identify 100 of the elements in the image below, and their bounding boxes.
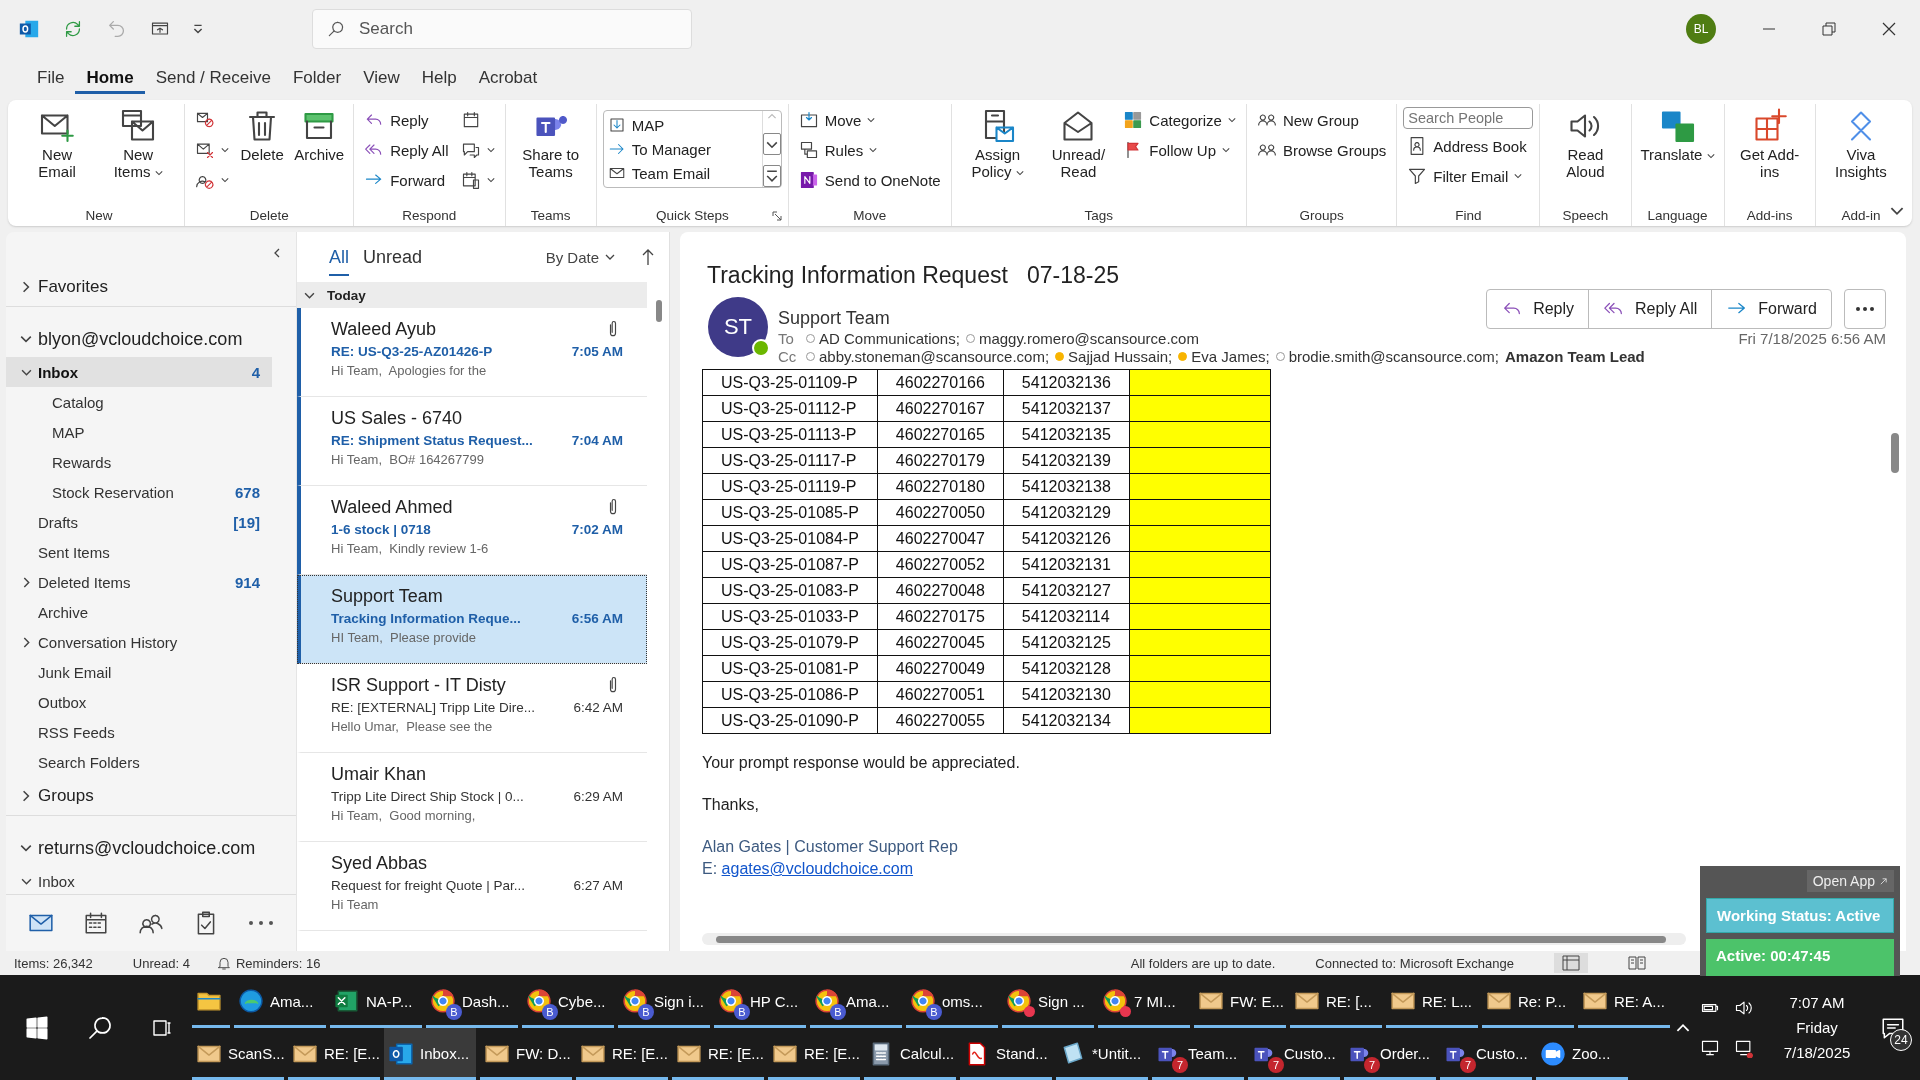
normal-view-icon[interactable] xyxy=(1554,953,1588,973)
section-header[interactable]: Groups xyxy=(6,777,296,816)
email-link[interactable]: agates@vcloudchoice.com xyxy=(721,860,914,877)
scrollbar[interactable] xyxy=(702,933,1686,945)
message-item[interactable]: Waleed Ayub RE: US-Q3-25-AZ01426-P 7:05 AM Hi Team, Apologies for the xyxy=(297,308,647,397)
restore-icon[interactable] xyxy=(1822,22,1836,36)
folder-item[interactable]: Drafts [19] xyxy=(6,507,272,537)
ribbon-button[interactable]: Browse Groups xyxy=(1252,137,1391,163)
menu-tab[interactable]: Help xyxy=(410,62,468,94)
ribbon-button[interactable]: Archive xyxy=(291,104,348,168)
taskbar-button[interactable]: RE: [E... xyxy=(672,1027,764,1080)
account-header[interactable]: returns@vcloudchoice.com xyxy=(6,830,296,866)
ribbon-button[interactable]: Translate xyxy=(1637,104,1718,168)
folder-item[interactable]: Deleted Items 914 xyxy=(6,567,272,597)
message-item[interactable]: US Sales - 6740 RE: Shipment Status Request... 7:04 AM Hi Team, BO# 164267799 xyxy=(297,397,647,486)
filter-tab[interactable]: Unread xyxy=(363,238,423,276)
ribbon-button[interactable]: Move xyxy=(794,107,945,133)
search-people-field[interactable]: Search People xyxy=(1403,107,1534,129)
quick-step[interactable]: To Manager xyxy=(607,137,758,161)
ribbon-button[interactable]: Unread/ Read xyxy=(1041,104,1116,185)
ribbon-button[interactable]: New Group xyxy=(1252,107,1391,133)
folder-item[interactable]: Sent Items xyxy=(6,537,272,567)
recipient[interactable]: abby.stoneman@scansource.com; xyxy=(806,348,1050,365)
taskbar-button[interactable]: RE: [E... xyxy=(768,1027,860,1080)
ribbon-button[interactable]: Delete xyxy=(237,104,288,168)
dialog-launcher-icon[interactable] xyxy=(771,211,782,221)
more-icon[interactable] xyxy=(247,919,274,927)
ribbon-button[interactable]: Share to Teams xyxy=(511,104,590,185)
sort-button[interactable]: By Date xyxy=(545,248,615,266)
account-header[interactable]: blyon@vcloudchoice.com xyxy=(6,321,296,357)
message-item[interactable]: ISR Support - IT Disty RE: [EXTERNAL] Tripp Lite Dire... 6:42 AM Hello Umar, Please see the xyxy=(297,664,647,753)
menu-tab[interactable]: Home xyxy=(75,62,145,94)
scroll-down-icon[interactable] xyxy=(762,133,781,155)
quick-step[interactable]: Team Email xyxy=(607,161,758,185)
taskbar-button[interactable]: 7 Custo... xyxy=(1440,1027,1532,1080)
ribbon-button[interactable]: Forward xyxy=(360,167,453,193)
group-header[interactable]: Today xyxy=(297,282,647,308)
message-item[interactable]: Umair Khan Tripp Lite Direct Ship Stock | 0... 6:29 AM Hi Team, Good morning, xyxy=(297,753,647,842)
section-header[interactable]: Favorites xyxy=(6,268,296,307)
ribbon-button[interactable]: New Items xyxy=(98,104,179,185)
taskbar-button[interactable]: B Ama... xyxy=(810,975,902,1028)
ribbon-button[interactable]: Viva Insights xyxy=(1821,104,1901,185)
taskbar-button[interactable]: B HP C... xyxy=(714,975,806,1028)
taskbar-button[interactable]: 7 MI... xyxy=(1098,975,1190,1028)
ribbon-button[interactable]: Categorize xyxy=(1119,107,1240,133)
taskbar-button[interactable]: RE: L... xyxy=(1386,975,1478,1028)
open-app-button[interactable]: Open App xyxy=(1806,870,1894,892)
message-item[interactable]: Syed Abbas Request for freight Quote | Par... 6:27 AM Hi Team xyxy=(297,842,647,931)
menu-tab[interactable]: File xyxy=(26,62,76,94)
taskbar-button[interactable]: Re: P... xyxy=(1482,975,1574,1028)
ribbon-button[interactable]: Get Add-ins xyxy=(1730,104,1809,185)
ribbon-button[interactable]: Reply xyxy=(360,107,453,133)
customize-caret-icon[interactable] xyxy=(192,23,204,35)
taskbar-button[interactable]: B oms... xyxy=(906,975,998,1028)
ribbon-button[interactable]: New Email xyxy=(20,104,95,185)
taskbar-button[interactable]: B Cybe... xyxy=(522,975,614,1028)
taskbar-button[interactable]: Calcul... xyxy=(864,1027,956,1080)
taskbar-button[interactable]: B Dash... xyxy=(426,975,518,1028)
message-item[interactable]: Support Team Tracking Information Reque... 6:56 AM HI Team, Please provide xyxy=(297,575,647,664)
search-field[interactable]: Search xyxy=(312,9,692,49)
taskbar-button[interactable]: B Sign i... xyxy=(618,975,710,1028)
ribbon-button[interactable]: Assign Policy xyxy=(957,104,1038,185)
taskbar-button[interactable]: Sign ... xyxy=(1002,975,1094,1028)
folder-item[interactable]: Inbox 4 xyxy=(6,357,272,387)
taskbar-button[interactable]: RE: [E... xyxy=(288,1027,380,1080)
action-button[interactable]: Forward xyxy=(1712,290,1831,328)
taskbar-button[interactable]: RE: [... xyxy=(1290,975,1382,1028)
menu-tab[interactable]: Folder xyxy=(281,62,353,94)
taskbar-button[interactable]: ScanS... xyxy=(192,1027,284,1080)
more-actions-button[interactable] xyxy=(1844,289,1886,329)
taskbar-button[interactable]: NA-P... xyxy=(330,975,422,1028)
folder-item[interactable]: Junk Email xyxy=(6,657,272,687)
recipient[interactable]: Amazon Team Lead xyxy=(1505,348,1645,365)
folder-item[interactable]: RSS Feeds xyxy=(6,717,272,747)
folder-item[interactable]: MAP xyxy=(6,417,272,447)
taskbar-button[interactable]: 7 Order... xyxy=(1344,1027,1436,1080)
ribbon-button[interactable]: Send to OneNote xyxy=(794,167,945,193)
recipient[interactable]: AD Communications; xyxy=(806,330,960,347)
ribbon-button[interactable]: Filter Email xyxy=(1403,163,1534,189)
folder-item[interactable]: Inbox xyxy=(6,866,272,894)
menu-tab[interactable]: Acrobat xyxy=(467,62,549,94)
taskbar-button[interactable]: Ama... xyxy=(234,975,326,1028)
ribbon-button[interactable]: Follow Up xyxy=(1119,137,1240,163)
action-button[interactable]: Reply All xyxy=(1589,290,1713,328)
close-icon[interactable] xyxy=(1882,22,1896,36)
taskbar-button[interactable]: FW: E... xyxy=(1194,975,1286,1028)
folder-item[interactable]: Archive xyxy=(6,597,272,627)
taskbar-button[interactable]: Zoo... xyxy=(1536,1027,1628,1080)
menu-tab[interactable]: View xyxy=(352,62,411,94)
recipient[interactable]: Sajjad Hussain; xyxy=(1055,348,1173,365)
ribbon-button[interactable]: Rules xyxy=(794,137,945,163)
recipient[interactable]: brodie.smith@scansource.com; xyxy=(1275,348,1499,365)
filter-tab[interactable]: All xyxy=(329,238,349,276)
folder-item[interactable]: Rewards xyxy=(6,447,272,477)
taskbar-button[interactable]: *Untit... xyxy=(1056,1027,1148,1080)
quick-step[interactable]: MAP xyxy=(607,113,758,137)
menu-tab[interactable]: Send / Receive xyxy=(144,62,282,94)
taskbar-button[interactable]: FW: D... xyxy=(480,1027,572,1080)
clock[interactable]: 7:07 AM Friday 7/18/2025 xyxy=(1764,994,1870,1061)
taskbar-button[interactable]: RE: A... xyxy=(1578,975,1670,1028)
